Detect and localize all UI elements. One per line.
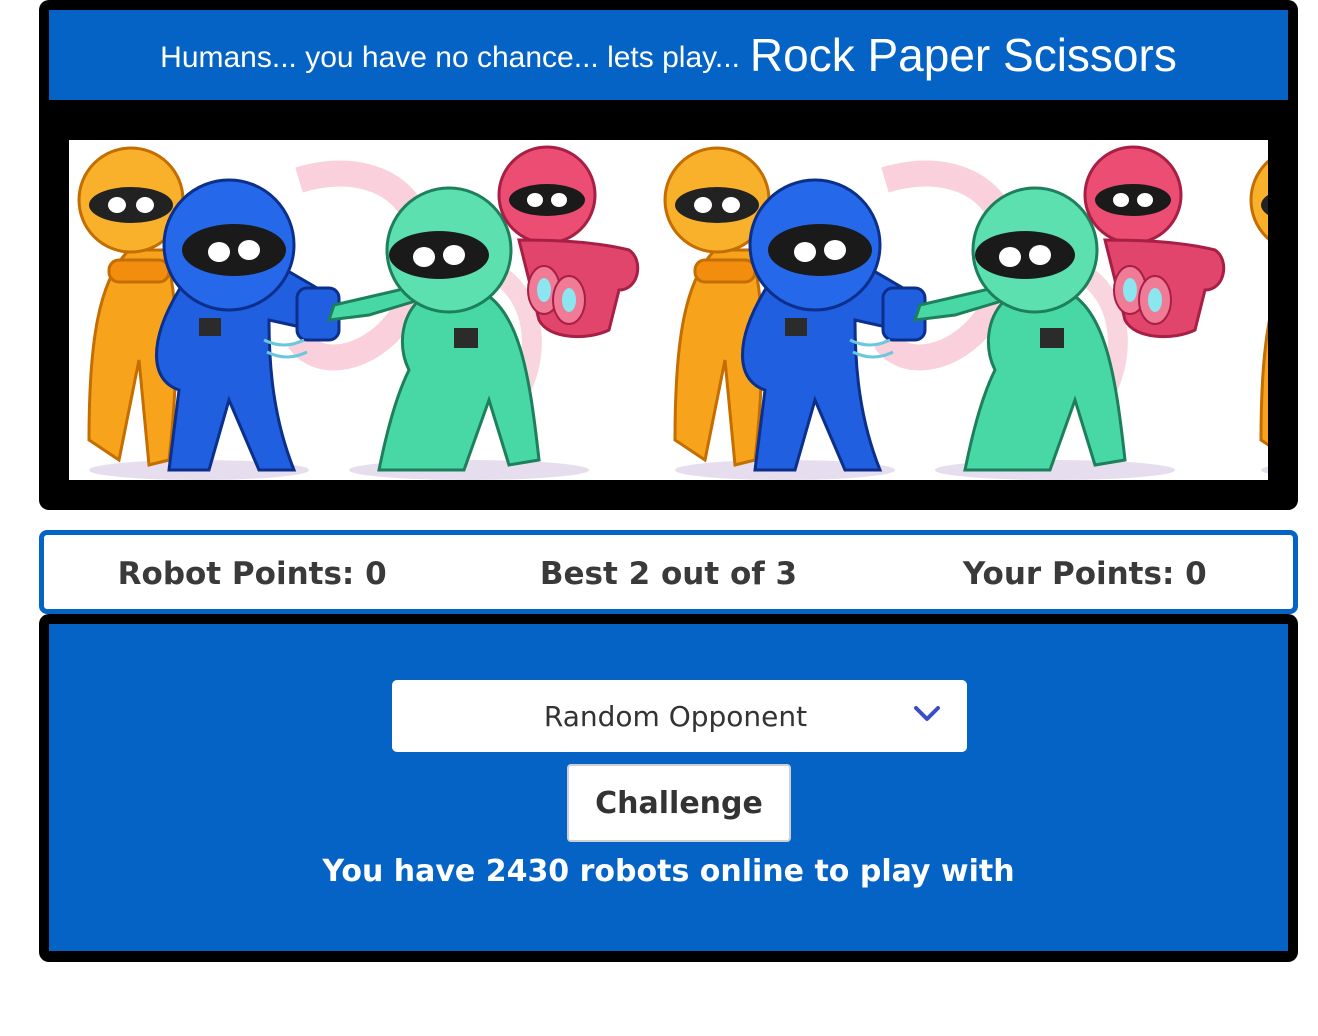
robot-points: Robot Points: 0 <box>117 556 387 592</box>
online-robots-message: You have 2430 robots online to play with <box>322 854 1015 889</box>
opponent-select[interactable]: Random Opponent <box>392 680 967 752</box>
chevron-down-icon <box>914 706 940 721</box>
control-panel: Random Opponent Challenge You have 2430 … <box>49 624 1288 951</box>
your-points: Your Points: 0 <box>962 556 1207 592</box>
header-bar: Humans... you have no chance... lets pla… <box>49 10 1288 100</box>
scoreboard: Robot Points: 0 Best 2 out of 3 Your Poi… <box>39 530 1298 614</box>
match-format: Best 2 out of 3 <box>539 556 798 592</box>
opponent-select-value: Random Opponent <box>543 699 808 733</box>
controls-frame: Random Opponent Challenge You have 2430 … <box>39 614 1298 962</box>
robots-banner-image <box>69 140 1268 480</box>
header-frame: Humans... you have no chance... lets pla… <box>39 0 1298 510</box>
tagline: Humans... you have no chance... lets pla… <box>160 41 740 74</box>
game-title: Rock Paper Scissors <box>749 29 1177 81</box>
challenge-button[interactable]: Challenge <box>567 764 791 842</box>
